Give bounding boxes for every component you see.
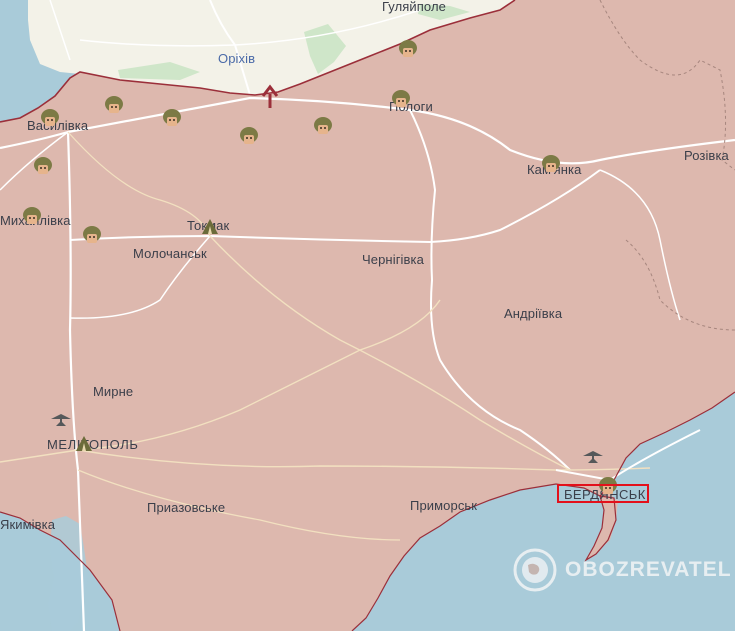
berdiansk-highlight-box <box>557 484 649 503</box>
city-label-huliaipole: Гуляйполе <box>382 0 446 14</box>
soldier-helmet-icon[interactable] <box>398 39 418 59</box>
soldier-helmet-icon[interactable] <box>313 116 333 136</box>
military-tent-icon[interactable] <box>74 433 94 453</box>
soldier-helmet-icon[interactable] <box>541 154 561 174</box>
city-label-yakymivka: Якимівка <box>0 517 56 532</box>
globe-logo-icon <box>513 548 557 592</box>
city-label-myrne: Мирне <box>93 384 134 399</box>
military-tent-icon[interactable] <box>200 216 220 236</box>
soldier-helmet-icon[interactable] <box>162 108 182 128</box>
city-label-rozivka: Розівка <box>684 148 729 163</box>
soldier-helmet-icon[interactable] <box>33 156 53 176</box>
soldier-helmet-icon[interactable] <box>82 225 102 245</box>
city-label-andriivka: Андріївка <box>504 306 563 321</box>
watermark-text: OBOZREVATEL <box>565 558 732 581</box>
airfield-icon[interactable] <box>50 413 72 427</box>
city-label-chernihivka: Чернігівка <box>362 252 424 267</box>
city-label-pryazovske: Приазовське <box>147 500 226 515</box>
soldier-helmet-icon[interactable] <box>22 206 42 226</box>
soldier-helmet-icon[interactable] <box>40 108 60 128</box>
city-label-orikhiv: Оріхів <box>218 51 256 66</box>
soldier-helmet-icon[interactable] <box>104 95 124 115</box>
watermark: OBOZREVATEL <box>513 548 732 592</box>
soldier-helmet-icon[interactable] <box>391 89 411 109</box>
map-view[interactable]: Гуляйполе Оріхів Пологи Василівка Кам'ян… <box>0 0 735 631</box>
soldier-helmet-icon[interactable] <box>239 126 259 146</box>
city-label-prymorsk: Приморськ <box>410 498 478 513</box>
airfield-icon[interactable] <box>582 450 604 464</box>
city-label-molochansk: Молочанськ <box>133 246 207 261</box>
